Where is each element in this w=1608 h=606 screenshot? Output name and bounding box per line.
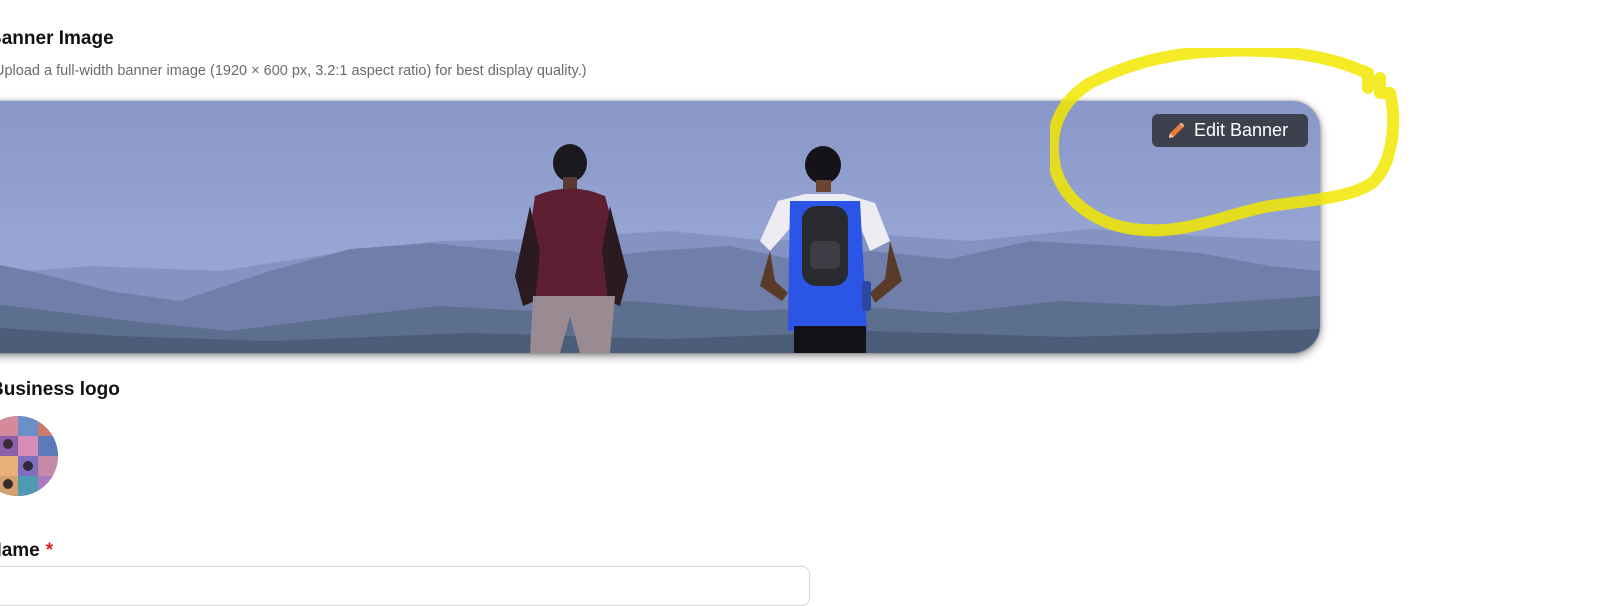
pencil-icon <box>1166 121 1186 141</box>
edit-banner-button[interactable]: Edit Banner <box>1152 114 1308 147</box>
edit-banner-label: Edit Banner <box>1194 120 1289 140</box>
business-logo-title: Business logo <box>0 379 120 400</box>
banner-image[interactable] <box>0 101 1320 353</box>
business-logo-avatar[interactable] <box>0 416 58 496</box>
banner-image-title: Banner Image <box>0 28 114 49</box>
name-field-label: Name* <box>0 540 53 562</box>
banner-photo <box>0 101 1320 353</box>
banner-helper-text: Upload a full-width banner image (1920 ×… <box>0 63 587 79</box>
required-marker: * <box>45 540 54 561</box>
name-label-text: Name <box>0 540 40 561</box>
name-input[interactable] <box>0 566 810 606</box>
